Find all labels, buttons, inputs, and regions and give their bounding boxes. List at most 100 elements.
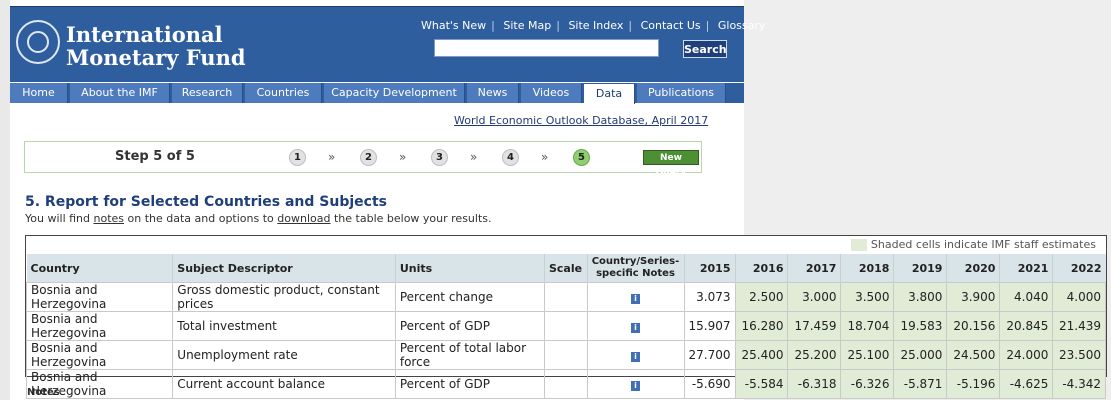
shade-swatch bbox=[850, 238, 867, 251]
table-row: Bosnia and Herzegovina Current account b… bbox=[25, 369, 1106, 399]
cell-value-estimate: 17.459 bbox=[787, 311, 842, 341]
step-label: Step 5 of 5 bbox=[115, 149, 195, 164]
table-row: Bosnia and Herzegovina Gross domestic pr… bbox=[25, 282, 1106, 312]
step-separator-icon: » bbox=[328, 150, 336, 164]
col-year: 2021 bbox=[999, 254, 1053, 283]
search-input[interactable] bbox=[434, 39, 659, 57]
shade-legend: Shaded cells indicate IMF staff estimate… bbox=[850, 238, 1096, 251]
col-notes-line2: specific Notes bbox=[596, 268, 675, 279]
step-5-current: 5 bbox=[573, 149, 590, 166]
tab-news[interactable]: News bbox=[467, 83, 519, 103]
cell-value-estimate: 19.583 bbox=[893, 311, 948, 341]
separator: | bbox=[628, 19, 633, 32]
link-whats-new[interactable]: What's New bbox=[421, 19, 486, 32]
cell-subject: Total investment bbox=[172, 311, 396, 341]
info-icon[interactable]: i bbox=[631, 352, 640, 362]
results-table: Country Subject Descriptor Units Scale C… bbox=[25, 254, 1106, 399]
report-intro: You will find notes on the data and opti… bbox=[25, 212, 492, 225]
cell-value-estimate: 2.500 bbox=[734, 282, 789, 312]
cell-value-estimate: -6.326 bbox=[840, 369, 895, 399]
cell-value-estimate: 21.439 bbox=[1052, 311, 1106, 341]
imf-seal-logo[interactable] bbox=[16, 20, 60, 64]
cell-value-estimate: 24.500 bbox=[946, 340, 1001, 370]
cell-units: Percent change bbox=[394, 282, 545, 312]
cell-value-estimate: 3.000 bbox=[787, 282, 842, 312]
cell-value: 15.907 bbox=[683, 311, 736, 341]
search-button[interactable]: Search bbox=[683, 40, 727, 58]
cell-subject: Current account balance bbox=[172, 369, 396, 399]
cell-units: Percent of GDP bbox=[394, 369, 545, 399]
step-separator-icon: » bbox=[399, 150, 407, 164]
link-contact-us[interactable]: Contact Us bbox=[641, 19, 701, 32]
cell-notes: i bbox=[586, 340, 685, 370]
site-header: International Monetary Fund What's New | … bbox=[10, 6, 765, 82]
tab-data[interactable]: Data bbox=[584, 84, 635, 104]
tab-publications[interactable]: Publications bbox=[637, 83, 726, 103]
link-site-map[interactable]: Site Map bbox=[503, 19, 551, 32]
cell-value-estimate: 20.845 bbox=[999, 311, 1054, 341]
cell-value-estimate: -4.625 bbox=[999, 369, 1054, 399]
col-year: 2015 bbox=[683, 254, 735, 283]
cell-units: Percent of GDP bbox=[394, 311, 545, 341]
cell-value-estimate: 25.200 bbox=[787, 340, 842, 370]
step-navigator: Step 5 of 5 1 » 2 » 3 » 4 » 5 New Query bbox=[24, 141, 702, 178]
cell-subject: Unemployment rate bbox=[172, 340, 396, 370]
seal-inner-ring bbox=[27, 31, 49, 53]
col-year: 2018 bbox=[840, 254, 894, 283]
link-glossary[interactable]: Glossary bbox=[718, 19, 766, 32]
table-row: Bosnia and Herzegovina Unemployment rate… bbox=[25, 340, 1106, 370]
col-country: Country bbox=[26, 254, 173, 283]
results-table-container: Shaded cells indicate IMF staff estimate… bbox=[25, 235, 1107, 399]
cell-scale bbox=[543, 282, 588, 312]
col-year: 2019 bbox=[893, 254, 947, 283]
step-3-button[interactable]: 3 bbox=[431, 149, 448, 166]
cell-value-estimate: 23.500 bbox=[1052, 340, 1106, 370]
separator: | bbox=[705, 19, 710, 32]
step-2-button[interactable]: 2 bbox=[360, 149, 377, 166]
cell-value: -5.690 bbox=[683, 369, 736, 399]
info-icon[interactable]: i bbox=[631, 323, 640, 333]
cell-value-estimate: 16.280 bbox=[734, 311, 789, 341]
cell-value-estimate: 25.000 bbox=[893, 340, 948, 370]
cell-scale bbox=[543, 369, 588, 399]
col-year: 2020 bbox=[946, 254, 1000, 283]
cell-value-estimate: 3.900 bbox=[946, 282, 1001, 312]
tab-about[interactable]: About the IMF bbox=[70, 83, 170, 103]
cell-value-estimate: -5.196 bbox=[946, 369, 1001, 399]
cell-value-estimate: 24.000 bbox=[999, 340, 1054, 370]
cell-value-estimate: 3.500 bbox=[840, 282, 895, 312]
col-units: Units bbox=[394, 254, 545, 283]
tab-capacity-development[interactable]: Capacity Development bbox=[324, 83, 465, 103]
tab-countries[interactable]: Countries bbox=[245, 83, 322, 103]
info-icon[interactable]: i bbox=[631, 381, 640, 391]
table-row: Bosnia and Herzegovina Total investment … bbox=[25, 311, 1106, 341]
tab-research[interactable]: Research bbox=[172, 83, 243, 103]
cell-scale bbox=[543, 340, 588, 370]
col-year: 2016 bbox=[734, 254, 788, 283]
cell-value-estimate: 25.400 bbox=[734, 340, 789, 370]
info-icon[interactable]: i bbox=[631, 294, 640, 304]
cell-notes: i bbox=[586, 282, 685, 312]
utility-links: What's New | Site Map | Site Index | Contac… bbox=[421, 19, 765, 32]
cell-notes: i bbox=[586, 369, 685, 399]
intro-suffix: the table below your results. bbox=[330, 212, 492, 225]
separator: | bbox=[556, 19, 560, 32]
report-title: 5. Report for Selected Countries and Sub… bbox=[25, 194, 387, 210]
cell-scale bbox=[543, 311, 588, 341]
col-subject: Subject Descriptor bbox=[172, 254, 396, 283]
tab-home[interactable]: Home bbox=[10, 83, 68, 103]
step-4-button[interactable]: 4 bbox=[502, 149, 519, 166]
tab-videos[interactable]: Videos bbox=[521, 83, 582, 103]
shade-note: Shaded cells indicate IMF staff estimate… bbox=[870, 238, 1096, 251]
cell-value-estimate: -6.318 bbox=[787, 369, 842, 399]
download-link[interactable]: download bbox=[277, 212, 330, 225]
link-site-index[interactable]: Site Index bbox=[568, 19, 623, 32]
step-separator-icon: » bbox=[470, 150, 478, 164]
cell-value-estimate: 18.704 bbox=[840, 311, 895, 341]
new-query-button[interactable]: New Query bbox=[643, 150, 699, 178]
database-link[interactable]: World Economic Outlook Database, April 2… bbox=[454, 114, 708, 127]
cell-value-estimate: 25.100 bbox=[840, 340, 895, 370]
step-1-button[interactable]: 1 bbox=[289, 149, 306, 166]
org-name[interactable]: International Monetary Fund bbox=[66, 23, 246, 69]
notes-link[interactable]: notes bbox=[94, 212, 125, 225]
